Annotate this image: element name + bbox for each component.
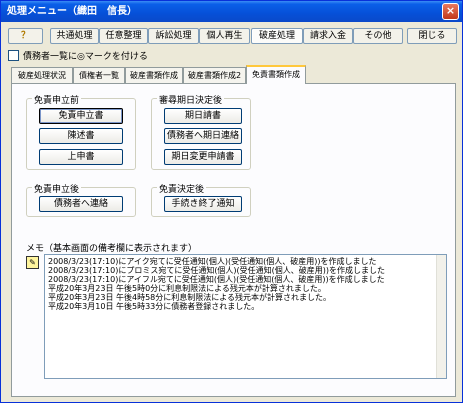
memo-scrollbar[interactable]	[436, 255, 446, 378]
title-bar[interactable]: 処理メニュー（織田 信長） ×	[1, 1, 462, 22]
date-change-request-button[interactable]: 期日変更申請書	[164, 149, 242, 165]
group-label: 免責決定後	[157, 182, 207, 195]
other-button[interactable]: その他	[353, 28, 403, 44]
help-button[interactable]: ？	[8, 28, 43, 44]
voluntary-settlement-button[interactable]: 任意整理	[99, 28, 148, 44]
report-button[interactable]: 上申書	[39, 149, 123, 165]
window-close-button[interactable]: ×	[442, 3, 459, 20]
statement-button[interactable]: 陳述書	[39, 128, 123, 144]
mark-checkbox-label: 債務者一覧に◎マークを付ける	[23, 51, 148, 62]
group-label: 免責申立前	[32, 93, 82, 106]
memo-line: 2008/3/23(17:10)にアイク宛てに受任通知(個人)(受任通知(個人、…	[48, 257, 377, 266]
close-button[interactable]: 閉じる	[407, 28, 457, 44]
memo-label: メモ（基本画面の備考欄に表示されます）	[26, 244, 198, 254]
group-after-discharge-filing: 免責申立後 債務者へ連絡	[26, 182, 136, 217]
help-icon: ？	[20, 31, 30, 41]
date-acceptance-button[interactable]: 期日請書	[164, 108, 242, 124]
memo-line: 平成20年3月10日 午後5時33分に債務者登録されました。	[48, 302, 260, 311]
memo-line: 2008/3/23(17:10)にアイフル宛てに受任通知(個人)(受任通知(個人…	[48, 275, 385, 284]
memo-line: 平成20年3月23日 午後5時0分に利息制限法による残元本が計算されました。	[48, 284, 326, 293]
memo-icon[interactable]: ✎	[26, 256, 39, 269]
tab-bankruptcy-docs[interactable]: 破産書類作成	[125, 67, 183, 83]
notify-debtor-button[interactable]: 債務者へ連絡	[39, 196, 123, 212]
memo-line: 2008/3/23(17:10)にプロミス宛てに受任通知(個人)(受任通知(個人…	[48, 266, 386, 275]
procedure-end-notice-button[interactable]: 手続き終了通知	[164, 196, 242, 212]
bankruptcy-button[interactable]: 破産処理	[251, 28, 303, 44]
notify-debtor-date-button[interactable]: 債務者へ期日連絡	[164, 128, 242, 144]
memo-line: 平成20年3月23日 午後4時58分に利息制限法による残元本が計算されました。	[48, 293, 332, 302]
tab-bankruptcy-status[interactable]: 破産処理状況	[11, 67, 73, 83]
window-title: 処理メニュー（織田 信長）	[7, 6, 137, 17]
discharge-petition-button[interactable]: 免責申立書	[39, 108, 123, 124]
common-processing-button[interactable]: 共通処理	[50, 28, 99, 44]
group-label: 免責申立後	[32, 182, 82, 195]
billing-payment-button[interactable]: 請求入金	[303, 28, 353, 44]
group-before-discharge-filing: 免責申立前 免責申立書 陳述書 上申書	[26, 93, 136, 170]
group-after-hearing-date: 審尋期日決定後 期日請書 債務者へ期日連絡 期日変更申請書	[151, 93, 251, 170]
tab-discharge-docs[interactable]: 免責書類作成	[246, 65, 306, 84]
litigation-button[interactable]: 訴訟処理	[148, 28, 199, 44]
memo-textarea[interactable]: 2008/3/23(17:10)にアイク宛てに受任通知(個人)(受任通知(個人、…	[44, 254, 447, 379]
group-label: 審尋期日決定後	[157, 93, 225, 106]
personal-rehabilitation-button[interactable]: 個人再生	[199, 28, 250, 44]
tab-creditor-list[interactable]: 債権者一覧	[73, 67, 125, 83]
group-after-discharge-decision: 免責決定後 手続き終了通知	[151, 182, 251, 217]
tab-bankruptcy-docs-2[interactable]: 破産書類作成2	[183, 67, 246, 83]
mark-checkbox[interactable]	[8, 49, 19, 61]
mark-checkbox-row[interactable]: 債務者一覧に◎マークを付ける	[8, 49, 148, 62]
processing-menu-window: 処理メニュー（織田 信長） × ？ 共通処理 任意整理 訴訟処理 個人再生 破産…	[0, 0, 463, 403]
